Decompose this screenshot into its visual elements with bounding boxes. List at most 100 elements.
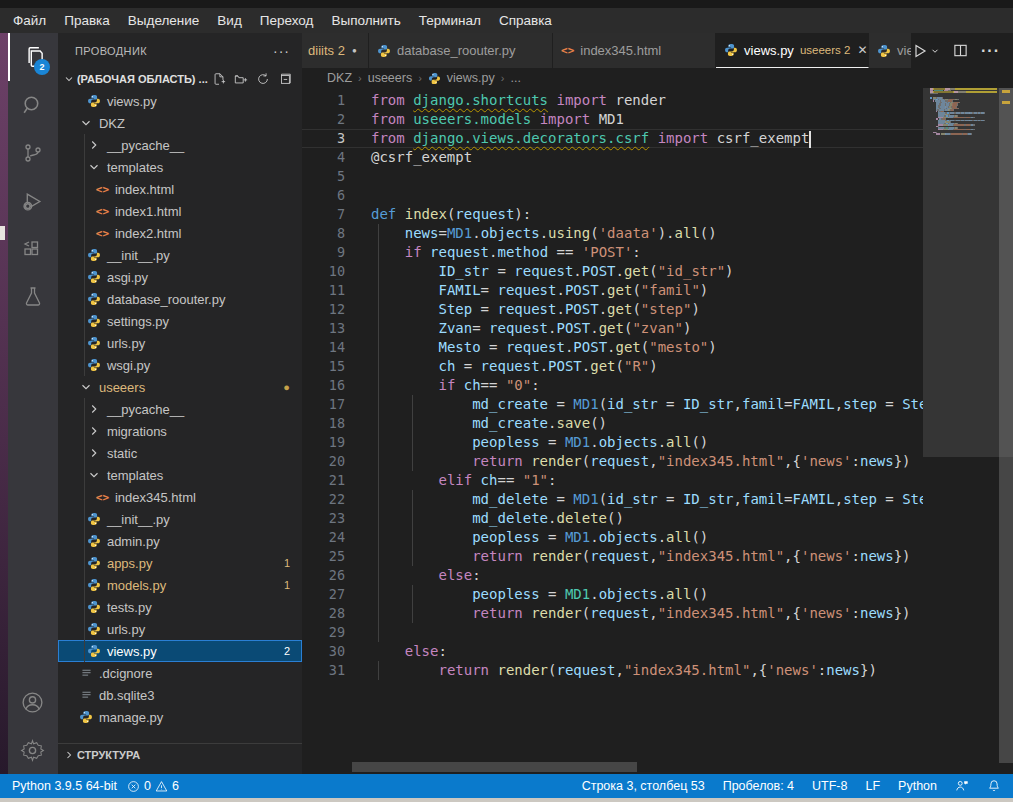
activity-source-control[interactable] xyxy=(8,129,58,177)
breadcrumb-item[interactable]: useeers xyxy=(368,71,412,85)
sidebar-explorer: ПРОВОДНИК ··· (РАБОЧАЯ ОБЛАСТЬ) ... view… xyxy=(58,33,302,774)
problems-status[interactable]: 0 6 xyxy=(127,779,179,793)
tree-item-wsgi.py[interactable]: wsgi.py xyxy=(58,354,302,376)
code-line-22: 22 md_delete = MD1(id_str = ID_str,famil… xyxy=(302,490,923,509)
breadcrumb[interactable]: DKZ›useeers›views.py›... xyxy=(302,68,1013,88)
activity-run-debug[interactable] xyxy=(8,177,58,225)
run-python-button[interactable] xyxy=(912,43,940,59)
close-icon[interactable]: ✕ xyxy=(857,43,867,57)
outline-section-label: СТРУКТУРА xyxy=(77,749,140,761)
tree-item-templates[interactable]: templates xyxy=(58,156,302,178)
tree-item-__init__.py[interactable]: __init__.py xyxy=(58,244,302,266)
desktop-edge xyxy=(0,33,8,774)
bell-icon[interactable] xyxy=(987,779,1001,793)
breadcrumb-item[interactable]: ... xyxy=(510,71,520,85)
collapse-all-icon[interactable] xyxy=(278,72,292,86)
tree-item-asgi.py[interactable]: asgi.py xyxy=(58,266,302,288)
menu-item-0[interactable]: Файл xyxy=(4,13,55,28)
code-area[interactable]: 1from django.shortcuts import render2fro… xyxy=(302,91,923,680)
vertical-scrollbar[interactable] xyxy=(999,88,1013,763)
code-line-23: 23 md_delete.delete() xyxy=(302,509,923,528)
python-icon xyxy=(87,248,101,262)
tab-vie[interactable]: vie xyxy=(869,33,912,68)
tree-item-static[interactable]: static xyxy=(58,442,302,464)
tree-item-.dcignore[interactable]: .dcignore xyxy=(58,662,302,684)
line-number: 2 xyxy=(302,110,345,129)
menu-item-3[interactable]: Вид xyxy=(208,13,250,28)
tab-database_roouter.py[interactable]: database_roouter.py xyxy=(369,33,553,68)
new-file-icon[interactable] xyxy=(212,72,226,86)
warning-icon xyxy=(155,780,168,793)
activity-account[interactable] xyxy=(8,678,58,726)
python-interpreter-status[interactable]: Python 3.9.5 64-bit xyxy=(12,779,117,793)
tab-index345.html[interactable]: <>index345.html xyxy=(553,33,716,68)
breadcrumb-item[interactable]: views.py xyxy=(447,71,495,85)
breadcrumb-item[interactable]: DKZ xyxy=(327,71,352,85)
workspace-section-label: (РАБОЧАЯ ОБЛАСТЬ) ... xyxy=(77,73,208,85)
activity-search[interactable] xyxy=(8,81,58,129)
menu-item-7[interactable]: Справка xyxy=(490,13,561,28)
activity-testing[interactable] xyxy=(8,273,58,321)
split-editor-icon[interactable] xyxy=(953,43,968,58)
tree-item-useeers[interactable]: useeers● xyxy=(58,376,302,398)
source-control-icon xyxy=(21,141,45,165)
python-icon xyxy=(87,94,101,108)
outline-section[interactable]: СТРУКТУРА xyxy=(58,743,302,765)
menu-item-6[interactable]: Терминал xyxy=(410,13,490,28)
horizontal-scrollbar[interactable] xyxy=(352,762,637,772)
tree-item-apps.py[interactable]: apps.py1 xyxy=(58,552,302,574)
feedback-icon[interactable] xyxy=(955,779,969,793)
modified-dot-icon: ● xyxy=(352,46,357,55)
activity-settings[interactable] xyxy=(8,726,58,774)
line-number: 19 xyxy=(302,433,345,452)
tree-item-__pycache__[interactable]: __pycache__ xyxy=(58,134,302,156)
tree-item-index.html[interactable]: <>index.html xyxy=(58,178,302,200)
more-actions-icon[interactable]: ··· xyxy=(981,42,1000,60)
tree-item-tests.py[interactable]: tests.py xyxy=(58,596,302,618)
tree-item-index345.html[interactable]: <>index345.html xyxy=(58,486,302,508)
tree-item-views.py[interactable]: views.py xyxy=(58,90,302,112)
menu-item-5[interactable]: Выполнить xyxy=(322,13,409,28)
line-number: 24 xyxy=(302,528,345,547)
eol-status[interactable]: LF xyxy=(865,779,880,793)
tab-diiits 2[interactable]: diiits 2● xyxy=(302,33,369,68)
menu-item-2[interactable]: Выделение xyxy=(119,13,209,28)
tree-item-manage.py[interactable]: manage.py xyxy=(58,706,302,728)
menu-item-4[interactable]: Переход xyxy=(251,13,323,28)
tree-item-database_roouter.py[interactable]: database_roouter.py xyxy=(58,288,302,310)
activity-explorer[interactable]: 2 xyxy=(8,33,58,81)
tree-item-__pycache__[interactable]: __pycache__ xyxy=(58,398,302,420)
tree-item-__init__.py[interactable]: __init__.py xyxy=(58,508,302,530)
tree-item-index1.html[interactable]: <>index1.html xyxy=(58,200,302,222)
tree-item-templates[interactable]: templates xyxy=(58,464,302,486)
code-line-3: 3from django.views.decorators.csrf impor… xyxy=(302,129,923,148)
line-number: 20 xyxy=(302,452,345,471)
tree-item-views.py[interactable]: views.py2 xyxy=(58,640,302,662)
tree-item-DKZ[interactable]: DKZ xyxy=(58,112,302,134)
tree-item-admin.py[interactable]: admin.py xyxy=(58,530,302,552)
tree-item-urls.py[interactable]: urls.py xyxy=(58,332,302,354)
line-number: 7 xyxy=(302,205,345,224)
tree-item-db.sqlite3[interactable]: db.sqlite3 xyxy=(58,684,302,706)
workspace-section-header[interactable]: (РАБОЧАЯ ОБЛАСТЬ) ... xyxy=(58,68,302,90)
account-icon xyxy=(20,690,45,715)
cursor-position-status[interactable]: Строка 3, столбец 53 xyxy=(582,779,705,793)
tree-item-index2.html[interactable]: <>index2.html xyxy=(58,222,302,244)
tree-item-migrations[interactable]: migrations xyxy=(58,420,302,442)
encoding-status[interactable]: UTF-8 xyxy=(812,779,847,793)
explorer-more-icon[interactable]: ··· xyxy=(273,43,290,59)
code-line-18: 18 md_create.save() xyxy=(302,414,923,433)
tree-item-urls.py[interactable]: urls.py xyxy=(58,618,302,640)
tree-item-models.py[interactable]: models.py1 xyxy=(58,574,302,596)
new-folder-icon[interactable] xyxy=(234,72,248,86)
refresh-icon[interactable] xyxy=(256,72,270,86)
activity-extensions[interactable] xyxy=(8,225,58,273)
python-icon xyxy=(877,44,891,58)
code-line-29: 29 xyxy=(302,623,923,642)
tree-item-settings.py[interactable]: settings.py xyxy=(58,310,302,332)
indentation-status[interactable]: Пробелов: 4 xyxy=(723,779,794,793)
tab-views.py[interactable]: views.pyuseeers 2✕ xyxy=(716,33,869,68)
menu-item-1[interactable]: Правка xyxy=(55,13,119,28)
language-status[interactable]: Python xyxy=(898,779,937,793)
code-editor[interactable]: 1from django.shortcuts import render2fro… xyxy=(302,88,1013,774)
